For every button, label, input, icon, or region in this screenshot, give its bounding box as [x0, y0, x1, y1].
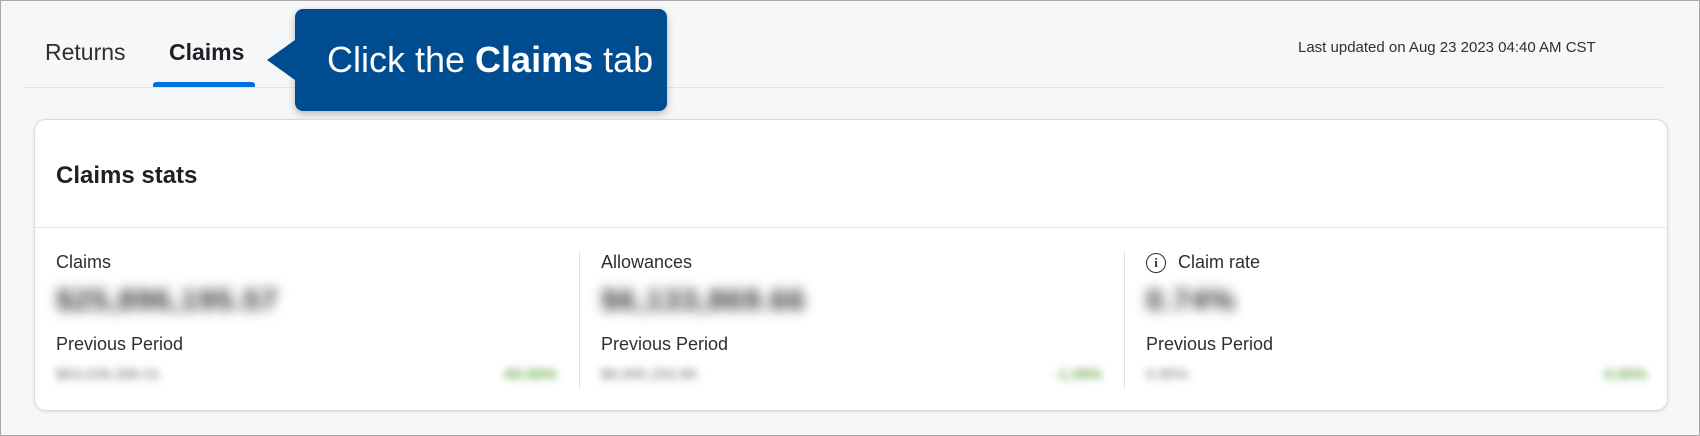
callout-text-before: Click the	[327, 39, 466, 80]
stat-label: i Claim rate	[1146, 252, 1260, 273]
change-badge: -60.60%	[501, 366, 557, 383]
tutorial-callout: Click the Claims tab	[267, 9, 667, 111]
callout-arrow	[267, 40, 295, 80]
change-badge: 0.00%	[1604, 366, 1647, 383]
callout-text-emphasis: Claims	[475, 39, 594, 80]
card-header: Claims stats	[35, 120, 1667, 228]
previous-period-value: 0.95%	[1146, 366, 1189, 383]
stat-claim-rate: i Claim rate 0.74% Previous Period 0.95%…	[1125, 228, 1669, 412]
stat-claims: Claims $25,896,195.57 Previous Period $6…	[35, 228, 579, 412]
last-updated-text: Last updated on Aug 23 2023 04:40 AM CST	[1298, 39, 1596, 56]
previous-period-label: Previous Period	[56, 334, 184, 354]
stat-value: $25,896,195.57	[56, 284, 279, 317]
callout-text-after: tab	[603, 39, 654, 80]
claims-page: Returns Claims Last updated on Aug 23 20…	[0, 0, 1700, 436]
tab-returns[interactable]: Returns	[45, 41, 126, 64]
stat-label: Claims	[56, 252, 112, 272]
active-tab-indicator	[153, 82, 255, 87]
previous-period-label: Previous Period	[601, 334, 729, 354]
stat-label: Allowances	[601, 252, 693, 272]
stat-allowances: Allowances $6,133,869.66 Previous Period…	[580, 228, 1124, 412]
previous-period-label: Previous Period	[1146, 334, 1274, 354]
stat-value: 0.74%	[1146, 284, 1237, 317]
claims-stats-card: Claims stats Claims $25,896,195.57 Previ…	[34, 119, 1668, 411]
card-title: Claims stats	[56, 162, 198, 189]
info-icon[interactable]: i	[1146, 252, 1166, 273]
previous-period-value: $6,995,293.80	[601, 366, 697, 383]
change-badge: -1.09%	[1054, 366, 1102, 383]
tab-claims[interactable]: Claims	[169, 41, 244, 64]
stat-value: $6,133,869.66	[601, 284, 806, 317]
previous-period-value: $63,039,286.01	[56, 366, 161, 383]
